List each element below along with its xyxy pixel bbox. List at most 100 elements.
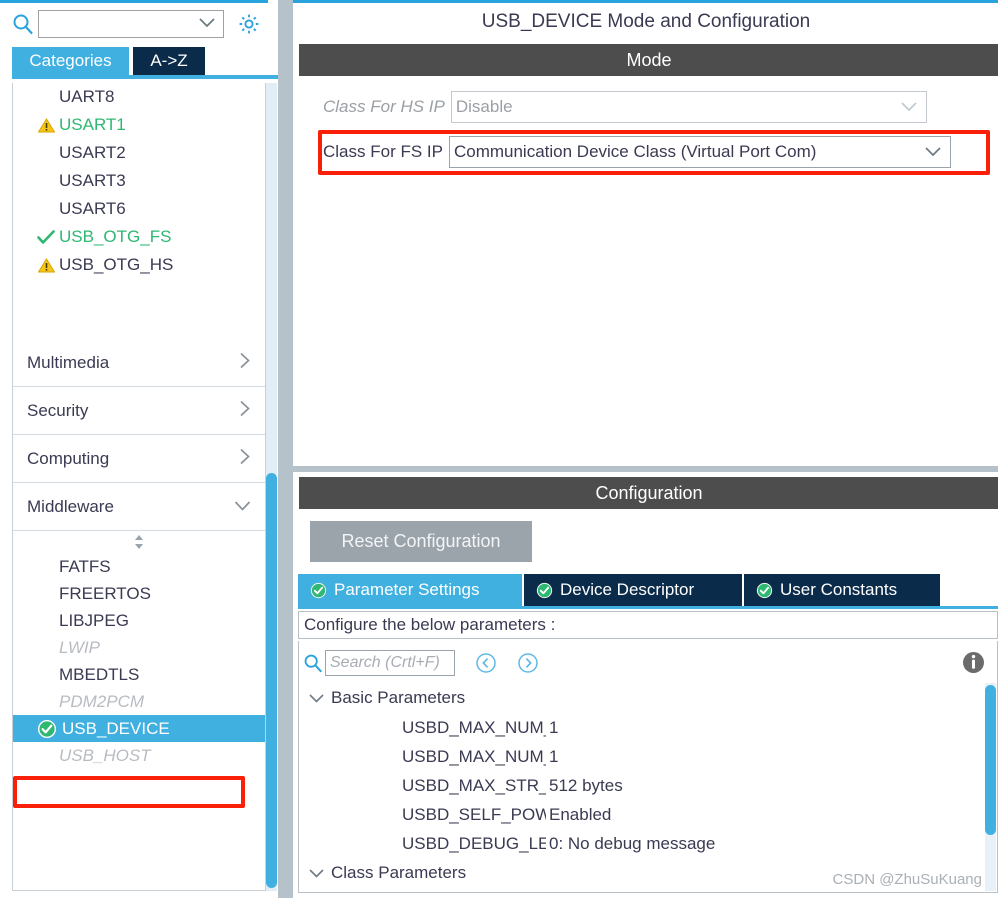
- category-security[interactable]: Security: [13, 387, 265, 435]
- peripheral-item-usart6[interactable]: USART6: [13, 195, 265, 223]
- gear-icon[interactable]: [236, 11, 262, 37]
- category-computing[interactable]: Computing: [13, 435, 265, 483]
- tab-label: Parameter Settings: [334, 580, 480, 599]
- chevron-down-icon: [901, 97, 917, 117]
- chevron-left-circle-icon[interactable]: [475, 652, 497, 674]
- middleware-item-freertos[interactable]: FREERTOS: [13, 580, 265, 607]
- chevron-right-circle-icon[interactable]: [517, 652, 539, 674]
- middleware-item-usb-host[interactable]: USB_HOST: [13, 742, 265, 769]
- field-label-hs: Class For HS IP: [323, 97, 445, 116]
- parameter-name: USBD_MAX_NUM_CONF...: [402, 746, 546, 766]
- select-value-fs: Communication Device Class (Virtual Port…: [453, 142, 817, 161]
- tree-group-class-parameters[interactable]: Class Parameters: [299, 858, 989, 888]
- chevron-down-icon: [309, 863, 324, 883]
- peripheral-label: USART1: [59, 115, 126, 134]
- chevron-down-icon[interactable]: [925, 142, 941, 162]
- panel-divider-horizontal: [292, 466, 998, 472]
- configuration-section-header: Configuration: [299, 477, 998, 509]
- tab-device-descriptor[interactable]: Device Descriptor: [524, 574, 742, 606]
- sidebar-tabs: Categories A->Z: [0, 47, 278, 79]
- configuration-tabs-underline: [298, 606, 998, 609]
- category-middleware[interactable]: Middleware: [13, 483, 265, 531]
- middleware-item-usb-device[interactable]: USB_DEVICE: [13, 715, 265, 742]
- field-row-class-for-hs-ip: Class For HS IP Disable: [323, 91, 927, 123]
- tab-categories[interactable]: Categories: [12, 47, 129, 75]
- table-row[interactable]: USBD_MAX_NUM_INTE... 1: [299, 713, 989, 742]
- category-label: Middleware: [27, 496, 114, 516]
- peripheral-label: USART3: [59, 171, 126, 190]
- mode-section-header: Mode: [299, 44, 998, 76]
- tree-group-label: Basic Parameters: [331, 688, 466, 707]
- middleware-item-libjpeg[interactable]: LIBJPEG: [13, 607, 265, 634]
- select-class-for-fs-ip[interactable]: Communication Device Class (Virtual Port…: [448, 136, 951, 168]
- tree-group-label: Class Parameters: [331, 863, 467, 882]
- parameter-value: 0: No debug message: [549, 833, 716, 853]
- mode-panel: USB_DEVICE Mode and Configuration Mode C…: [292, 0, 998, 466]
- peripheral-search-input[interactable]: [39, 11, 193, 37]
- check-icon: [35, 229, 57, 245]
- table-row[interactable]: USBD_MAX_NUM_CONF... 1: [299, 742, 989, 771]
- info-icon[interactable]: [962, 651, 985, 679]
- parameter-search-input[interactable]: [325, 650, 455, 676]
- peripheral-item-usart3[interactable]: USART3: [13, 167, 265, 195]
- field-row-class-for-fs-ip: Class For FS IP Communication Device Cla…: [323, 136, 951, 168]
- tab-parameter-settings[interactable]: Parameter Settings: [298, 574, 522, 606]
- tab-user-constants[interactable]: User Constants: [744, 574, 940, 606]
- reset-configuration-button[interactable]: Reset Configuration: [310, 521, 532, 562]
- middleware-item-pdm2pcm[interactable]: PDM2PCM: [13, 688, 265, 715]
- parameter-tree: Basic Parameters USBD_MAX_NUM_INTE... 1 …: [299, 683, 989, 888]
- middleware-label: FREERTOS: [59, 583, 151, 603]
- tree-group-basic-parameters[interactable]: Basic Parameters: [299, 683, 989, 713]
- peripheral-search-combo[interactable]: [38, 10, 224, 38]
- chevron-down-icon: [309, 688, 324, 708]
- configuration-hint: Configure the below parameters :: [298, 611, 998, 639]
- search-icon: [303, 653, 323, 673]
- peripheral-label: USB_OTG_HS: [59, 255, 174, 274]
- middleware-label: LWIP: [59, 637, 100, 657]
- peripheral-item-usart2[interactable]: USART2: [13, 139, 265, 167]
- sidebar-tabs-underline: [12, 75, 278, 79]
- middleware-label: LIBJPEG: [59, 610, 129, 630]
- select-class-for-hs-ip: Disable: [450, 91, 927, 123]
- scroll-spinner-icon[interactable]: [13, 531, 265, 553]
- category-multimedia[interactable]: Multimedia: [13, 339, 265, 387]
- middleware-label: USB_HOST: [59, 745, 151, 765]
- peripheral-item-usart1[interactable]: USART1: [13, 111, 265, 139]
- tab-label: Device Descriptor: [560, 580, 695, 599]
- parameter-name: USBD_DEBUG_LEVEL (...: [402, 833, 546, 853]
- middleware-item-mbedtls[interactable]: MBEDTLS: [13, 661, 265, 688]
- parameter-scrollbar-thumb[interactable]: [985, 685, 996, 835]
- peripheral-item-uart8[interactable]: UART8: [13, 83, 265, 111]
- table-row[interactable]: USBD_SELF_POWERE... Enabled: [299, 800, 989, 829]
- select-value-hs: Disable: [455, 97, 513, 116]
- sidebar-scrollbar-thumb[interactable]: [266, 473, 277, 888]
- category-label: Computing: [27, 448, 110, 468]
- check-circle-icon: [37, 719, 57, 739]
- parameter-search-row: [303, 647, 539, 679]
- peripheral-label: USART2: [59, 143, 126, 162]
- peripheral-item-usb-otg-hs[interactable]: USB_OTG_HS: [13, 251, 265, 279]
- middleware-item-fatfs[interactable]: FATFS: [13, 553, 265, 580]
- sidebar-search-row: [0, 3, 278, 45]
- middleware-label: MBEDTLS: [59, 664, 140, 684]
- parameter-value: Enabled: [549, 804, 612, 824]
- peripheral-item-usb-otg-fs[interactable]: USB_OTG_FS: [13, 223, 265, 251]
- peripheral-label: USART6: [59, 199, 126, 218]
- warning-icon: [35, 257, 57, 273]
- table-row[interactable]: USBD_DEBUG_LEVEL (... 0: No debug messag…: [299, 829, 989, 858]
- panel-divider-vertical: [278, 0, 292, 898]
- tab-a-to-z[interactable]: A->Z: [133, 47, 205, 75]
- table-row[interactable]: USBD_MAX_STR_DESC... 512 bytes: [299, 771, 989, 800]
- parameter-name: USBD_MAX_NUM_INTE...: [402, 717, 546, 737]
- parameter-value: 1: [549, 717, 559, 737]
- category-label: Multimedia: [27, 352, 110, 372]
- field-label-fs: Class For FS IP: [323, 142, 443, 161]
- peripheral-label: USB_OTG_FS: [59, 227, 172, 246]
- parameter-name: USBD_SELF_POWERE...: [402, 804, 546, 824]
- chevron-right-icon: [239, 448, 251, 470]
- category-label: Security: [27, 400, 89, 420]
- parameter-name: USBD_MAX_STR_DESC...: [402, 775, 546, 795]
- middleware-label: FATFS: [59, 556, 111, 576]
- chevron-down-icon[interactable]: [199, 15, 215, 33]
- middleware-item-lwip[interactable]: LWIP: [13, 634, 265, 661]
